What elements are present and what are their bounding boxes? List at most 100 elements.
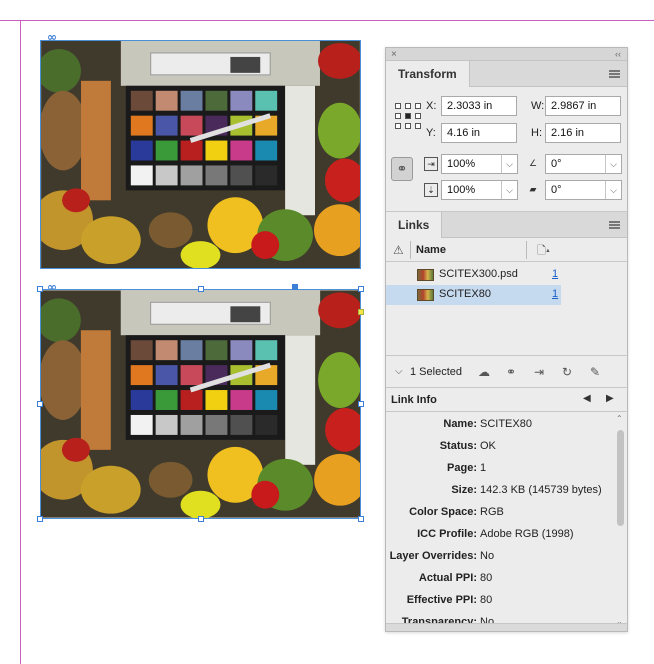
resize-handle-bottom-left[interactable] <box>37 516 43 522</box>
tab-links[interactable]: Links <box>386 212 443 238</box>
shear-value: 0° <box>551 184 562 196</box>
go-to-link-icon[interactable]: ⇥ <box>534 365 544 379</box>
info-value: 1 <box>480 462 487 474</box>
info-row: ICC Profile: Adobe RGB (1998) <box>386 524 612 546</box>
corner-options-handle[interactable] <box>358 309 364 315</box>
page-edge-top <box>0 20 654 21</box>
resize-handle-top-right[interactable] <box>358 286 364 292</box>
reference-point-handle[interactable] <box>292 284 298 290</box>
scale-y-icon: ⇣ <box>424 183 438 197</box>
image-frame-scitex80[interactable] <box>40 289 361 519</box>
close-icon[interactable]: × <box>391 48 397 61</box>
column-name[interactable]: Name <box>416 244 446 256</box>
w-label: W: <box>531 100 545 112</box>
relink-icon[interactable]: ⚭ <box>506 365 516 379</box>
shear-field[interactable]: 0° ⌵ <box>545 180 622 200</box>
rotation-value: 0° <box>551 158 562 170</box>
page-edge-left <box>20 20 21 664</box>
resize-handle-top-left[interactable] <box>37 286 43 292</box>
info-key: Effective PPI: <box>406 594 477 606</box>
scale-x-icon: ⇥ <box>424 157 438 171</box>
constrain-proportions-chain-icon[interactable]: ⚭ <box>391 157 413 181</box>
image-thumbnail <box>417 289 434 301</box>
info-row: Effective PPI: 80 <box>386 590 612 612</box>
tab-transform[interactable]: Transform <box>386 61 470 87</box>
panel-menu-icon[interactable] <box>609 221 620 229</box>
link-page-number[interactable]: 1 <box>552 268 558 280</box>
rotation-field[interactable]: 0° ⌵ <box>545 154 622 174</box>
chevron-down-icon[interactable]: ⌵ <box>501 181 517 199</box>
scroll-thumb[interactable] <box>617 430 624 526</box>
panel-resize-grip[interactable] <box>386 623 627 631</box>
info-row: Color Space: RGB <box>386 502 612 524</box>
scale-y-value: 100% <box>447 184 476 196</box>
link-info-scrollbar[interactable]: ⌃ ⌄ <box>616 414 625 626</box>
info-row: Page: 1 <box>386 458 612 480</box>
info-value: No <box>480 550 495 562</box>
x-field[interactable]: 2.3033 in <box>441 96 517 116</box>
panel-menu-icon[interactable] <box>609 70 620 78</box>
scale-x-field[interactable]: 100% ⌵ <box>441 154 518 174</box>
list-item[interactable]: SCITEX80 1 <box>386 285 561 305</box>
scitex-photo <box>41 290 360 518</box>
resize-handle-bottom[interactable] <box>198 516 204 522</box>
scitex-photo <box>41 41 360 268</box>
info-value: 142.3 KB (145739 bytes) <box>480 484 602 496</box>
resize-handle-bottom-right[interactable] <box>358 516 364 522</box>
list-item[interactable]: SCITEX300.psd 1 <box>386 265 561 285</box>
x-label: X: <box>426 100 437 112</box>
link-info-title: Link Info <box>391 394 437 406</box>
link-page-number[interactable]: 1 <box>552 288 558 300</box>
chevron-down-icon[interactable]: ⌵ <box>395 365 403 379</box>
transform-panel: X: 2.3033 in W: 2.9867 in Y: 4.16 in H: … <box>386 87 627 212</box>
scroll-up-icon[interactable]: ⌃ <box>616 414 623 423</box>
link-name: SCITEX300.psd <box>439 268 518 280</box>
resize-handle-right[interactable] <box>358 401 364 407</box>
chevron-down-icon[interactable]: ⌵ <box>501 155 517 173</box>
cloud-link-icon[interactable]: ☁ <box>478 365 490 379</box>
image-frame-scitex300[interactable] <box>40 40 361 269</box>
links-list: SCITEX300.psd 1 SCITEX80 1 <box>386 262 627 356</box>
shear-icon: ▰ <box>529 184 537 194</box>
y-field[interactable]: 4.16 in <box>441 123 517 143</box>
collapse-icon[interactable]: ‹‹ <box>615 48 621 61</box>
resize-handle-top[interactable] <box>198 286 204 292</box>
update-link-icon[interactable]: ↻ <box>562 365 572 379</box>
info-key: Page: <box>447 462 477 474</box>
info-row: Actual PPI: 80 <box>386 568 612 590</box>
transform-tabbar: Transform <box>386 61 627 87</box>
info-value: 80 <box>480 594 493 606</box>
info-value: Adobe RGB (1998) <box>480 528 574 540</box>
links-tabbar: Links <box>386 212 627 238</box>
y-label: Y: <box>426 127 436 139</box>
previous-arrow-icon[interactable]: ◀ <box>583 393 591 404</box>
info-row: Status: OK <box>386 436 612 458</box>
rotation-icon: ∠ <box>528 158 538 168</box>
info-key: Status: <box>439 440 477 452</box>
resize-handle-left[interactable] <box>37 401 43 407</box>
selected-count: 1 Selected <box>410 366 462 378</box>
panel-titlebar[interactable]: × ‹‹ <box>386 48 627 61</box>
scale-y-field[interactable]: 100% ⌵ <box>441 180 518 200</box>
scale-x-value: 100% <box>447 158 476 170</box>
edit-original-icon[interactable]: ✎ <box>590 365 600 379</box>
reference-point-icon[interactable] <box>395 103 421 129</box>
h-field[interactable]: 2.16 in <box>545 123 621 143</box>
info-value: SCITEX80 <box>480 418 532 430</box>
info-key: Layer Overrides: <box>389 550 477 562</box>
info-value: RGB <box>480 506 504 518</box>
link-info-header: Link Info ◀ ▶ <box>386 388 627 412</box>
page-column-icon[interactable]: 🗋▴ <box>537 242 550 261</box>
chevron-down-icon[interactable]: ⌵ <box>605 181 621 199</box>
link-name: SCITEX80 <box>439 288 491 300</box>
info-key: ICC Profile: <box>417 528 477 540</box>
panel-group: × ‹‹ Transform X: 2.3033 in W: 2.9867 in… <box>385 47 628 632</box>
w-field[interactable]: 2.9867 in <box>545 96 621 116</box>
chevron-down-icon[interactable]: ⌵ <box>605 155 621 173</box>
links-toolbar: ⌵ 1 Selected ☁ ⚭ ⇥ ↻ ✎ <box>386 356 627 388</box>
info-value: 80 <box>480 572 493 584</box>
link-info-body: Name: SCITEX80 Status: OK Page: 1 Size: 142.… <box>386 412 627 642</box>
warning-icon[interactable]: ⚠ <box>393 243 404 257</box>
info-row: Name: SCITEX80 <box>386 414 612 436</box>
next-arrow-icon[interactable]: ▶ <box>606 393 614 404</box>
